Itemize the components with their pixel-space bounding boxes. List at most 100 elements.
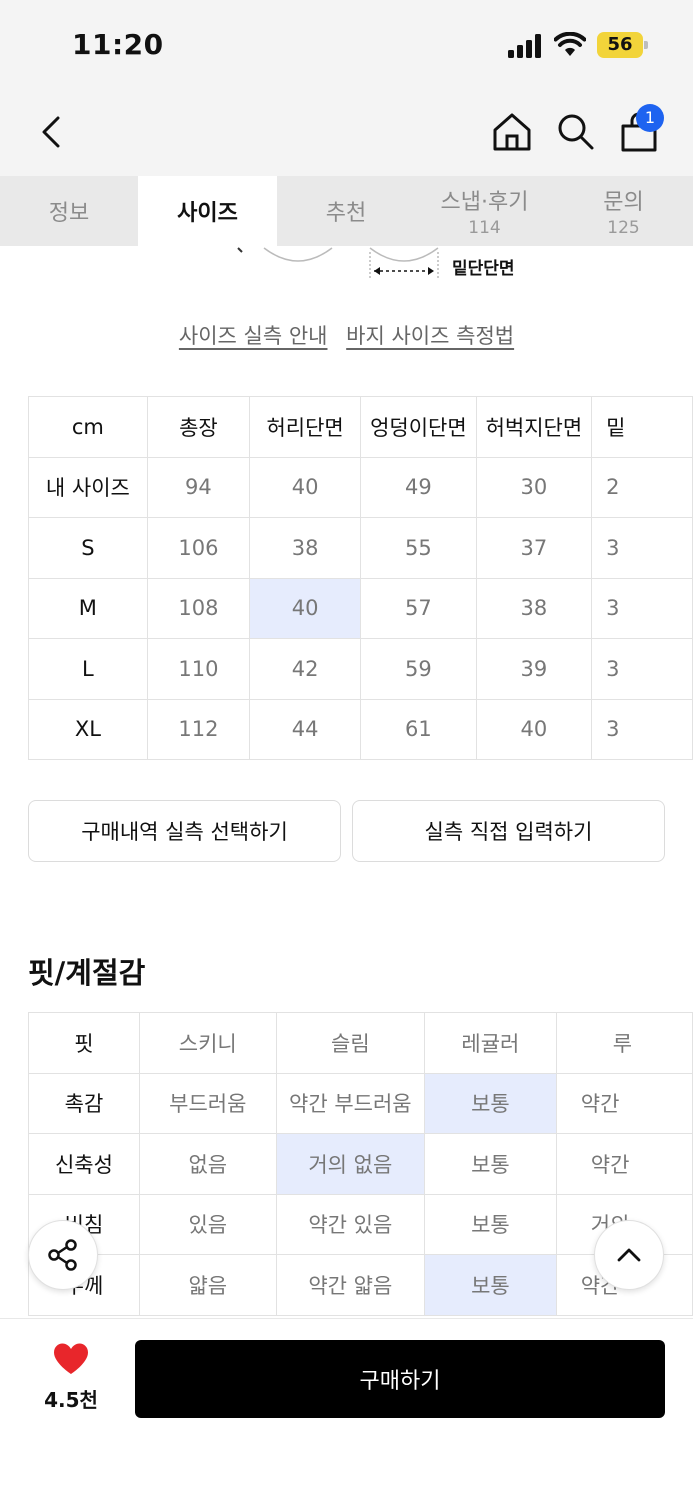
table-row: 신축성 없음 거의 없음 보통 약간	[28, 1133, 693, 1195]
cart-count-badge: 1	[636, 104, 664, 132]
cellular-signal-icon	[508, 34, 541, 58]
table-cell: 108	[146, 577, 251, 639]
status-bar: 11:20 56	[0, 0, 693, 92]
table-cell-highlighted: 거의 없음	[275, 1133, 426, 1195]
table-row: 핏 스키니 슬림 레귤러 루	[28, 1012, 693, 1074]
table-cell: 112	[146, 698, 251, 760]
table-cell: 40	[475, 698, 593, 760]
table-cell: 보통	[424, 1193, 557, 1255]
row-label: 내 사이즈	[28, 456, 148, 518]
tab-info[interactable]: 정보	[0, 176, 138, 246]
table-cell: 3	[591, 638, 693, 700]
table-header-cell: 총장	[146, 396, 251, 458]
table-header-cell: cm	[28, 396, 148, 458]
scroll-top-button[interactable]	[594, 1220, 664, 1290]
row-label: L	[28, 638, 148, 700]
table-cell: 레귤러	[424, 1012, 557, 1074]
table-cell: 40	[249, 456, 362, 518]
table-header-cell: 허리단면	[249, 396, 362, 458]
wifi-icon	[554, 32, 586, 56]
table-cell: 있음	[138, 1193, 277, 1255]
table-cell: 약간	[555, 1072, 693, 1134]
table-cell: 없음	[138, 1133, 277, 1195]
tab-label: 사이즈	[177, 201, 238, 226]
table-cell: 얇음	[138, 1254, 277, 1316]
tab-inquiry[interactable]: 문의 125	[554, 176, 693, 246]
tab-recommend[interactable]: 추천	[277, 176, 415, 246]
buy-button[interactable]: 구매하기	[135, 1340, 665, 1418]
back-icon[interactable]	[32, 110, 76, 154]
table-cell: 94	[146, 456, 251, 518]
row-label: S	[28, 517, 148, 579]
fit-table: 핏 스키니 슬림 레귤러 루 촉감 부드러움 약간 부드러움 보통 약간 신축성…	[28, 1012, 693, 1316]
row-label: M	[28, 577, 148, 639]
size-table: cm 총장 허리단면 엉덩이단면 허벅지단면 밑 내 사이즈 94 40 49 …	[28, 396, 693, 760]
like-button[interactable]	[30, 1342, 112, 1380]
row-label: XL	[28, 698, 148, 760]
table-cell: 3	[591, 577, 693, 639]
tab-snap-review[interactable]: 스냅·후기 114	[415, 176, 554, 246]
table-header-row: cm 총장 허리단면 엉덩이단면 허벅지단면 밑	[28, 396, 693, 458]
size-guide-links: 사이즈 실측 안내 바지 사이즈 측정법	[0, 320, 693, 350]
like-count: 4.5천	[44, 1388, 98, 1412]
table-cell: 110	[146, 638, 251, 700]
table-cell: 스키니	[138, 1012, 277, 1074]
table-cell: 약간 얇음	[275, 1254, 426, 1316]
table-cell-highlighted: 40	[249, 577, 362, 639]
table-cell: 루	[555, 1012, 693, 1074]
size-diagram: 밑단단면	[230, 246, 530, 286]
table-cell-highlighted: 보통	[424, 1254, 557, 1316]
row-label: 핏	[28, 1012, 140, 1074]
table-cell: 44	[249, 698, 362, 760]
tab-label: 스냅·후기	[440, 190, 529, 215]
battery-level: 56	[607, 34, 633, 55]
table-cell: 59	[360, 638, 477, 700]
table-row: 내 사이즈 94 40 49 30 2	[28, 456, 693, 518]
table-row: 두께 얇음 약간 얇음 보통 약간	[28, 1254, 693, 1316]
manual-input-button[interactable]: 실측 직접 입력하기	[352, 800, 665, 862]
tab-label: 문의	[603, 190, 644, 215]
tab-bar: 정보 사이즈 추천 스냅·후기 114 문의 125	[0, 176, 693, 246]
table-cell: 3	[591, 698, 693, 760]
section-title: 핏/계절감	[28, 956, 146, 990]
table-cell: 38	[249, 517, 362, 579]
table-cell: 37	[475, 517, 593, 579]
table-row: XL 112 44 61 40 3	[28, 698, 693, 760]
table-cell: 보통	[424, 1133, 557, 1195]
table-header-cell: 허벅지단면	[475, 396, 593, 458]
pants-measure-link[interactable]: 바지 사이즈 측정법	[346, 324, 514, 348]
tab-label: 정보	[48, 201, 90, 226]
table-header-cell: 밑	[591, 396, 693, 458]
table-cell: 약간 있음	[275, 1193, 426, 1255]
table-cell: 106	[146, 517, 251, 579]
diagram-label: 밑단단면	[452, 259, 515, 279]
table-cell: 57	[360, 577, 477, 639]
share-icon	[48, 1239, 77, 1271]
row-label: 촉감	[28, 1072, 140, 1134]
size-guide-link[interactable]: 사이즈 실측 안내	[179, 324, 328, 348]
table-cell: 39	[475, 638, 593, 700]
top-nav	[0, 92, 693, 176]
table-row: S 106 38 55 37 3	[28, 517, 693, 579]
tab-size[interactable]: 사이즈	[138, 176, 277, 246]
table-row: 비침 있음 약간 있음 보통 거의	[28, 1193, 693, 1255]
heart-icon	[54, 1343, 88, 1374]
table-cell: 30	[475, 456, 593, 518]
table-cell: 55	[360, 517, 477, 579]
status-time: 11:20	[72, 28, 164, 61]
row-label: 신축성	[28, 1133, 140, 1195]
tab-label: 추천	[325, 201, 367, 226]
table-header-cell: 엉덩이단면	[360, 396, 477, 458]
purchase-history-button[interactable]: 구매내역 실측 선택하기	[28, 800, 341, 862]
table-cell: 슬림	[275, 1012, 426, 1074]
table-cell: 38	[475, 577, 593, 639]
table-row: L 110 42 59 39 3	[28, 638, 693, 700]
home-icon[interactable]	[490, 110, 534, 154]
table-cell: 2	[591, 456, 693, 518]
table-cell: 약간	[555, 1133, 693, 1195]
table-cell: 42	[249, 638, 362, 700]
search-icon[interactable]	[554, 110, 598, 154]
table-row: 촉감 부드러움 약간 부드러움 보통 약간	[28, 1072, 693, 1134]
share-button[interactable]	[28, 1220, 98, 1290]
table-cell: 3	[591, 517, 693, 579]
